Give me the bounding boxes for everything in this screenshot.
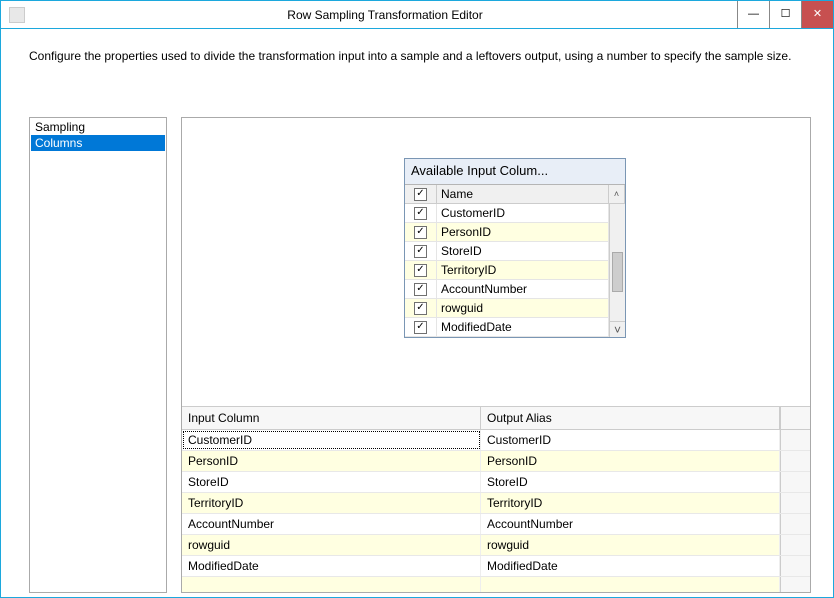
row-name-cell[interactable]: PersonID	[437, 223, 609, 241]
row-checkbox-cell[interactable]	[405, 204, 437, 222]
output-alias-cell[interactable]: TerritoryID	[481, 493, 780, 513]
check-icon	[414, 264, 427, 277]
chevron-up-icon: ˄	[614, 189, 619, 199]
scrollbar-thumb[interactable]	[612, 252, 623, 292]
spacer	[780, 472, 810, 492]
available-grid: Name ˄ CustomerIDPersonIDStoreIDTerritor…	[405, 184, 625, 337]
nav-item-sampling[interactable]: Sampling	[31, 119, 165, 135]
input-column-cell[interactable]: TerritoryID	[182, 493, 481, 513]
mapping-row[interactable]: rowguidrowguid	[182, 535, 810, 556]
maximize-button[interactable]: ☐	[769, 1, 801, 28]
available-row[interactable]: PersonID	[405, 223, 609, 242]
spacer	[780, 407, 810, 429]
row-name-cell[interactable]: CustomerID	[437, 204, 609, 222]
close-icon: ✕	[813, 9, 822, 20]
header-name-cell[interactable]: Name	[437, 185, 609, 203]
available-header: Name ˄	[405, 185, 625, 204]
available-title: Available Input Colum...	[405, 159, 625, 184]
output-alias-cell[interactable]: AccountNumber	[481, 514, 780, 534]
output-alias-header[interactable]: Output Alias	[481, 407, 780, 429]
scroll-down-button[interactable]: ˅	[610, 321, 625, 337]
mapping-rows: CustomerIDCustomerIDPersonIDPersonIDStor…	[182, 430, 810, 592]
window-controls: — ☐ ✕	[737, 1, 833, 28]
header-checkbox-cell[interactable]	[405, 185, 437, 203]
available-row[interactable]: AccountNumber	[405, 280, 609, 299]
description-text: Configure the properties used to divide …	[1, 29, 833, 73]
output-alias-cell[interactable]	[481, 577, 780, 592]
row-name-cell[interactable]: ModifiedDate	[437, 318, 609, 336]
mapping-row-empty[interactable]	[182, 577, 810, 592]
row-checkbox-cell[interactable]	[405, 242, 437, 260]
row-checkbox-cell[interactable]	[405, 280, 437, 298]
output-alias-cell[interactable]: rowguid	[481, 535, 780, 555]
minimize-button[interactable]: —	[737, 1, 769, 28]
row-name-cell[interactable]: AccountNumber	[437, 280, 609, 298]
available-body: CustomerIDPersonIDStoreIDTerritoryIDAcco…	[405, 204, 625, 337]
vertical-scrollbar[interactable]: ˅	[609, 204, 625, 337]
editor-window: Row Sampling Transformation Editor — ☐ ✕…	[0, 0, 834, 598]
row-name-cell[interactable]: StoreID	[437, 242, 609, 260]
check-icon	[414, 188, 427, 201]
check-icon	[414, 245, 427, 258]
scroll-up-button[interactable]: ˄	[609, 185, 625, 203]
mapping-row[interactable]: AccountNumberAccountNumber	[182, 514, 810, 535]
available-row[interactable]: TerritoryID	[405, 261, 609, 280]
row-name-cell[interactable]: TerritoryID	[437, 261, 609, 279]
mapping-header: Input Column Output Alias	[182, 407, 810, 430]
mapping-row[interactable]: ModifiedDateModifiedDate	[182, 556, 810, 577]
spacer	[780, 535, 810, 555]
check-icon	[414, 302, 427, 315]
row-checkbox-cell[interactable]	[405, 299, 437, 317]
window-title: Row Sampling Transformation Editor	[33, 8, 737, 22]
spacer	[780, 514, 810, 534]
row-checkbox-cell[interactable]	[405, 223, 437, 241]
available-columns-box: Available Input Colum... Name ˄ Customer…	[404, 158, 626, 338]
available-row[interactable]: rowguid	[405, 299, 609, 318]
app-icon	[9, 7, 25, 23]
spacer	[780, 430, 810, 450]
input-column-cell[interactable]: ModifiedDate	[182, 556, 481, 576]
check-icon	[414, 226, 427, 239]
spacer	[780, 493, 810, 513]
input-column-header[interactable]: Input Column	[182, 407, 481, 429]
output-alias-cell[interactable]: PersonID	[481, 451, 780, 471]
input-column-cell[interactable]: PersonID	[182, 451, 481, 471]
available-row[interactable]: ModifiedDate	[405, 318, 609, 337]
spacer	[780, 451, 810, 471]
titlebar: Row Sampling Transformation Editor — ☐ ✕	[1, 1, 833, 29]
input-column-cell[interactable]: StoreID	[182, 472, 481, 492]
spacer	[780, 577, 810, 592]
chevron-down-icon: ˅	[614, 323, 621, 337]
input-column-cell[interactable]: rowguid	[182, 535, 481, 555]
spacer	[780, 556, 810, 576]
check-icon	[414, 207, 427, 220]
mapping-row[interactable]: PersonIDPersonID	[182, 451, 810, 472]
nav-panel: SamplingColumns	[29, 117, 167, 593]
available-rows: CustomerIDPersonIDStoreIDTerritoryIDAcco…	[405, 204, 609, 337]
minimize-icon: —	[748, 9, 759, 20]
input-column-cell[interactable]: AccountNumber	[182, 514, 481, 534]
content-area: SamplingColumns Available Input Colum...…	[29, 117, 811, 593]
row-name-cell[interactable]: rowguid	[437, 299, 609, 317]
input-column-cell[interactable]	[182, 577, 481, 592]
check-icon	[414, 321, 427, 334]
nav-item-columns[interactable]: Columns	[31, 135, 165, 151]
available-row[interactable]: CustomerID	[405, 204, 609, 223]
mapping-row[interactable]: StoreIDStoreID	[182, 472, 810, 493]
available-row[interactable]: StoreID	[405, 242, 609, 261]
check-icon	[414, 283, 427, 296]
output-alias-cell[interactable]: StoreID	[481, 472, 780, 492]
mapping-row[interactable]: CustomerIDCustomerID	[182, 430, 810, 451]
close-button[interactable]: ✕	[801, 1, 833, 28]
mapping-pane: Input Column Output Alias CustomerIDCust…	[182, 406, 810, 592]
mapping-row[interactable]: TerritoryIDTerritoryID	[182, 493, 810, 514]
output-alias-cell[interactable]: ModifiedDate	[481, 556, 780, 576]
upper-pane: Available Input Colum... Name ˄ Customer…	[182, 118, 810, 406]
input-column-cell[interactable]: CustomerID	[182, 430, 481, 450]
output-alias-cell[interactable]: CustomerID	[481, 430, 780, 450]
maximize-icon: ☐	[781, 9, 791, 20]
row-checkbox-cell[interactable]	[405, 261, 437, 279]
row-checkbox-cell[interactable]	[405, 318, 437, 336]
main-panel: Available Input Colum... Name ˄ Customer…	[181, 117, 811, 593]
